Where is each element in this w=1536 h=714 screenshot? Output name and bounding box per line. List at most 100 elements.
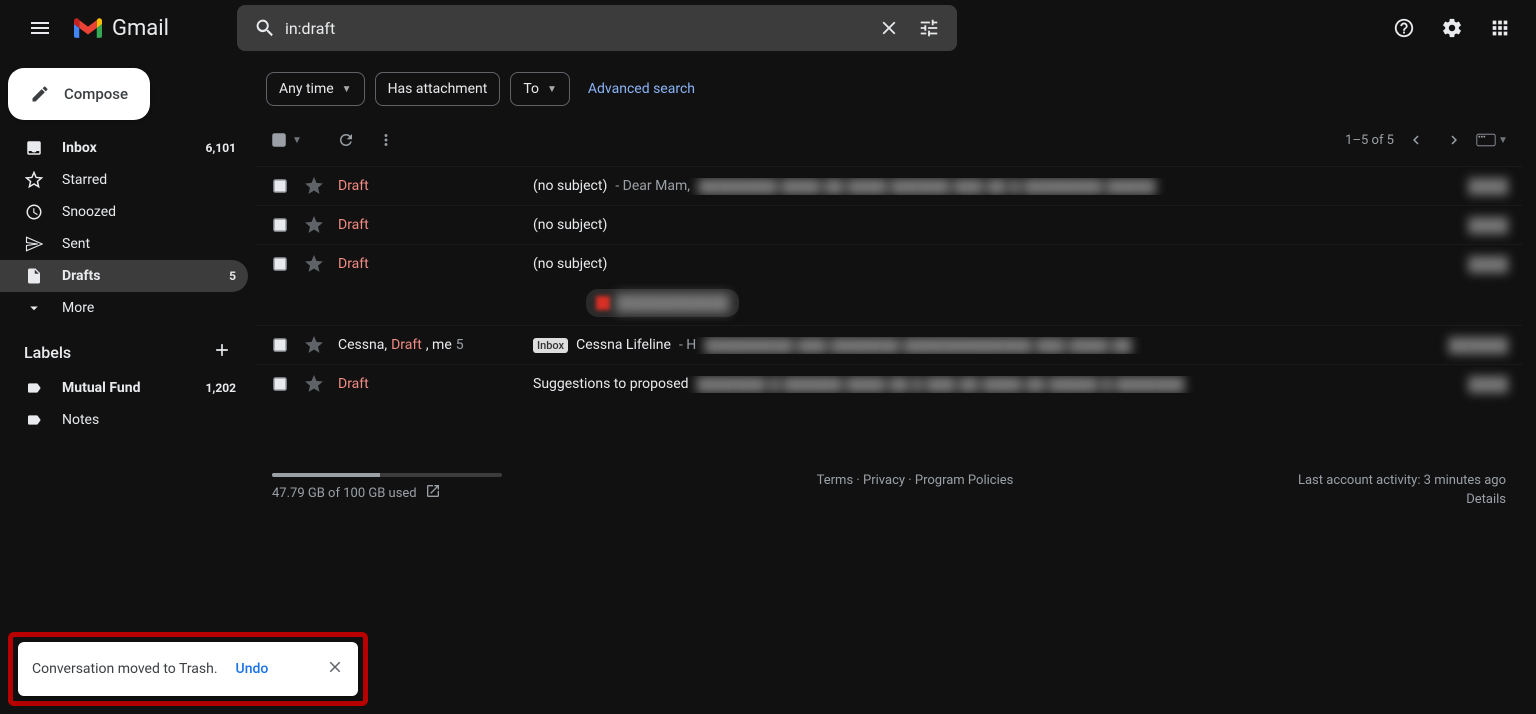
nav-count: 6,101: [206, 141, 237, 155]
policies-link[interactable]: Program Policies: [915, 473, 1013, 488]
compose-label: Compose: [64, 85, 128, 103]
open-storage-icon[interactable]: [425, 483, 441, 503]
chevron-down-icon: [24, 299, 44, 317]
nav-label: Sent: [62, 236, 90, 252]
sidebar-item-snoozed[interactable]: Snoozed: [0, 196, 248, 228]
more-button[interactable]: [366, 124, 406, 156]
next-page-button[interactable]: [1438, 124, 1470, 156]
row-sender: Cessna, Draft, me 5: [338, 337, 533, 353]
mail-row[interactable]: Draft (no subject) ████: [256, 245, 1522, 283]
row-checkbox[interactable]: [270, 336, 290, 354]
app-name: Gmail: [112, 16, 169, 41]
label-notes[interactable]: Notes: [0, 404, 248, 436]
footer: 47.79 GB of 100 GB used Terms · Privacy …: [256, 473, 1522, 507]
filter-chips: Any time▼ Has attachment To▼ Advanced se…: [256, 64, 1522, 114]
inbox-icon: [24, 139, 44, 157]
row-checkbox[interactable]: [270, 255, 290, 273]
apps-icon[interactable]: [1480, 8, 1520, 48]
row-date: ████: [1448, 178, 1508, 195]
draft-icon: [24, 267, 44, 285]
close-toast-button[interactable]: [326, 658, 344, 680]
mail-list: Draft (no subject) - Dear Mam, ████████ …: [256, 166, 1522, 403]
search-icon[interactable]: [245, 17, 285, 39]
terms-link[interactable]: Terms: [817, 473, 854, 488]
toast-highlight: Conversation moved to Trash. Undo: [8, 632, 368, 706]
row-date: ████: [1448, 217, 1508, 234]
sidebar-item-starred[interactable]: Starred: [0, 164, 248, 196]
details-link[interactable]: Details: [1298, 492, 1506, 507]
star-icon: [24, 171, 44, 189]
mail-row[interactable]: Draft Suggestions to proposed███████ █ █…: [256, 364, 1522, 403]
nav-count: 5: [229, 269, 236, 283]
nav-label: Drafts: [62, 268, 100, 284]
mail-row[interactable]: Cessna, Draft, me 5 InboxCessna Lifeline…: [256, 325, 1522, 364]
chip-has-attachment[interactable]: Has attachment: [375, 72, 501, 106]
row-checkbox[interactable]: [270, 216, 290, 234]
star-icon[interactable]: [304, 375, 324, 393]
refresh-button[interactable]: [326, 124, 366, 156]
help-icon[interactable]: [1384, 8, 1424, 48]
inbox-badge: Inbox: [533, 338, 568, 353]
label-mutual-fund[interactable]: Mutual Fund 1,202: [0, 372, 248, 404]
select-all-checkbox[interactable]: ▼: [270, 131, 302, 149]
row-sender: Draft: [338, 376, 369, 392]
sidebar-item-drafts[interactable]: Drafts 5: [0, 260, 248, 292]
send-icon: [24, 235, 44, 253]
label-text: Mutual Fund: [62, 380, 140, 396]
search-options-icon[interactable]: [909, 8, 949, 48]
row-date: ██████: [1448, 337, 1508, 354]
label-icon: [24, 380, 44, 396]
sidebar: Compose Inbox 6,101 Starred Snoozed Sent: [0, 56, 256, 714]
main-panel: Any time▼ Has attachment To▼ Advanced se…: [256, 56, 1536, 714]
add-label-button[interactable]: [212, 340, 232, 364]
input-tools-button[interactable]: ▼: [1476, 124, 1508, 156]
prev-page-button[interactable]: [1400, 124, 1432, 156]
privacy-link[interactable]: Privacy: [863, 473, 905, 488]
nav-label: Starred: [62, 172, 107, 188]
undo-button[interactable]: Undo: [236, 661, 269, 677]
advanced-search-link[interactable]: Advanced search: [588, 81, 695, 97]
labels-header: Labels: [24, 343, 71, 362]
main-menu-button[interactable]: [16, 4, 64, 52]
sidebar-item-inbox[interactable]: Inbox 6,101: [0, 132, 248, 164]
toast: Conversation moved to Trash. Undo: [18, 642, 358, 696]
label-count: 1,202: [206, 381, 237, 395]
row-date: ████: [1448, 256, 1508, 273]
chip-any-time[interactable]: Any time▼: [266, 72, 365, 106]
page-range: 1–5 of 5: [1345, 133, 1394, 148]
storage-bar: [272, 473, 502, 477]
nav-label: Inbox: [62, 140, 97, 156]
search-bar: [237, 5, 957, 51]
gmail-logo[interactable]: Gmail: [72, 16, 169, 41]
chip-to[interactable]: To▼: [510, 72, 570, 106]
star-icon[interactable]: [304, 336, 324, 354]
clock-icon: [24, 203, 44, 221]
star-icon[interactable]: [304, 216, 324, 234]
row-sender: Draft: [338, 256, 369, 272]
toolbar: ▼ 1–5 of 5 ▼: [256, 114, 1522, 166]
label-icon: [24, 412, 44, 428]
star-icon[interactable]: [304, 177, 324, 195]
storage-text: 47.79 GB of 100 GB used: [272, 486, 417, 501]
row-checkbox[interactable]: [270, 375, 290, 393]
header: Gmail: [0, 0, 1536, 56]
sidebar-item-sent[interactable]: Sent: [0, 228, 248, 260]
settings-icon[interactable]: [1432, 8, 1472, 48]
sidebar-item-more[interactable]: More: [0, 292, 248, 324]
mail-row[interactable]: Draft (no subject) - Dear Mam, ████████ …: [256, 166, 1522, 205]
nav-label: More: [62, 300, 94, 316]
attachment-chip[interactable]: ██████████: [586, 289, 739, 317]
label-text: Notes: [62, 412, 99, 428]
search-input[interactable]: [285, 19, 869, 38]
row-checkbox[interactable]: [270, 177, 290, 195]
star-icon[interactable]: [304, 255, 324, 273]
activity-text: Last account activity: 3 minutes ago: [1298, 473, 1506, 488]
row-date: ████: [1448, 376, 1508, 393]
mail-row[interactable]: Draft (no subject) ████: [256, 205, 1522, 244]
toast-message: Conversation moved to Trash.: [32, 661, 218, 677]
clear-search-icon[interactable]: [869, 8, 909, 48]
nav-label: Snoozed: [62, 204, 116, 220]
row-sender: Draft: [338, 217, 369, 233]
compose-button[interactable]: Compose: [8, 68, 150, 120]
row-sender: Draft: [338, 178, 369, 194]
